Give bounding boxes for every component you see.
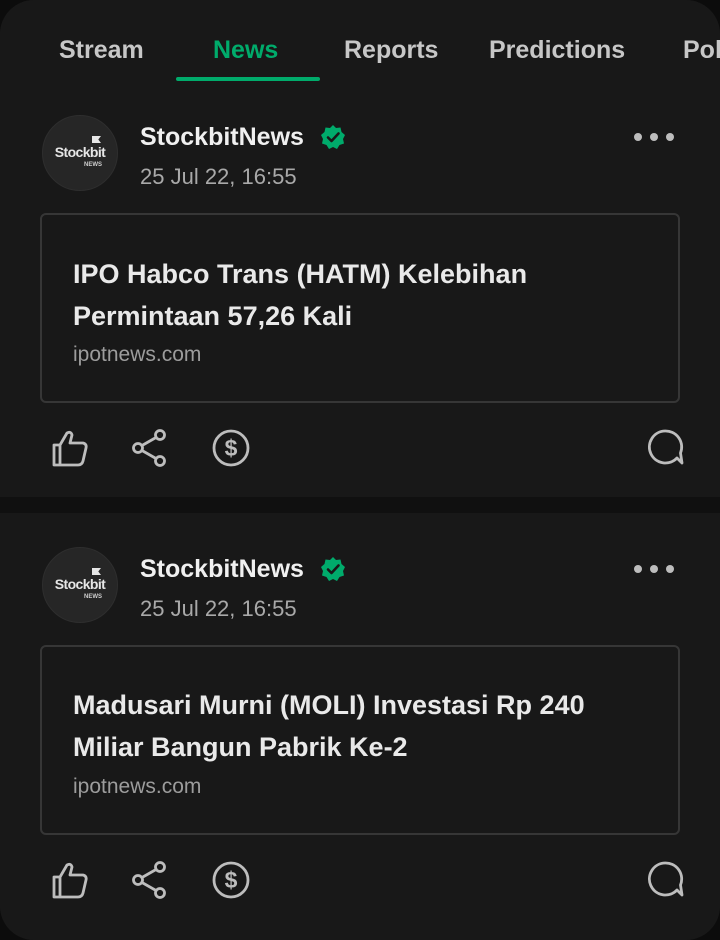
post-timestamp: 25 Jul 22, 16:55 xyxy=(140,596,297,621)
verified-badge-icon xyxy=(321,557,345,581)
article-title: Madusari Murni (MOLI) Investasi Rp 240 M… xyxy=(73,690,585,762)
news-post: Stockbit NEWS StockbitNews 25 Jul 22, 16… xyxy=(0,513,720,940)
app-screen: Stream News Reports Predictions Pol Stoc… xyxy=(0,0,720,940)
avatar-logo-subtext: NEWS xyxy=(84,594,102,600)
dollar-tip-icon[interactable]: $ xyxy=(210,859,252,901)
svg-text:$: $ xyxy=(225,867,238,893)
comment-icon[interactable] xyxy=(644,427,686,469)
tab-stream[interactable]: Stream xyxy=(59,33,144,67)
tab-predictions[interactable]: Predictions xyxy=(489,33,625,67)
svg-text:$: $ xyxy=(225,435,238,461)
comment-icon[interactable] xyxy=(644,859,686,901)
tab-news[interactable]: News xyxy=(213,33,278,67)
avatar[interactable]: Stockbit NEWS xyxy=(42,547,118,623)
article-source: ipotnews.com xyxy=(73,343,202,366)
thumbs-up-icon[interactable] xyxy=(49,427,91,469)
tab-bar: Stream News Reports Predictions Pol xyxy=(0,0,720,83)
avatar-logo-text: Stockbit xyxy=(54,144,106,160)
post-divider xyxy=(0,497,720,513)
author-name[interactable]: StockbitNews xyxy=(140,554,304,584)
article-card[interactable]: Madusari Murni (MOLI) Investasi Rp 240 M… xyxy=(40,645,680,835)
news-post: Stockbit NEWS StockbitNews 25 Jul 22, 16… xyxy=(0,82,720,497)
post-timestamp: 25 Jul 22, 16:55 xyxy=(140,164,297,189)
tab-pol[interactable]: Pol xyxy=(683,33,720,67)
more-dots-icon[interactable] xyxy=(634,562,674,576)
share-icon[interactable] xyxy=(129,427,171,469)
stockbit-flag-icon xyxy=(92,568,101,575)
author-name[interactable]: StockbitNews xyxy=(140,122,304,152)
share-icon[interactable] xyxy=(129,859,171,901)
active-tab-indicator xyxy=(176,77,320,81)
dollar-tip-icon[interactable]: $ xyxy=(210,427,252,469)
verified-badge-icon xyxy=(321,125,345,149)
stockbit-flag-icon xyxy=(92,136,101,143)
thumbs-up-icon[interactable] xyxy=(49,859,91,901)
avatar[interactable]: Stockbit NEWS xyxy=(42,115,118,191)
article-source: ipotnews.com xyxy=(73,775,202,798)
avatar-logo-subtext: NEWS xyxy=(84,162,102,168)
more-dots-icon[interactable] xyxy=(634,130,674,144)
article-title: IPO Habco Trans (HATM) Kelebihan Permint… xyxy=(73,259,528,331)
article-card[interactable]: IPO Habco Trans (HATM) Kelebihan Permint… xyxy=(40,213,680,403)
tab-reports[interactable]: Reports xyxy=(344,33,438,67)
avatar-logo-text: Stockbit xyxy=(54,576,106,592)
